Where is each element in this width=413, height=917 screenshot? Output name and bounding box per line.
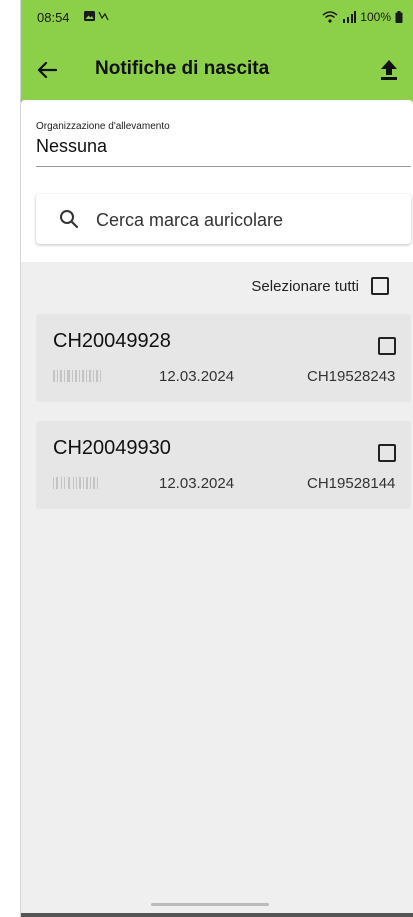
app-bar: Notifiche di nascita — [21, 50, 413, 90]
battery-percent: 100% — [360, 10, 391, 24]
filter-panel: Organizzazione d'allevamento Nessuna — [21, 100, 413, 262]
notification-card[interactable]: CH20049930 12.03.2024 CH19528144 — [36, 421, 411, 509]
signal-icon — [343, 11, 357, 23]
barcode-icon — [53, 477, 98, 489]
status-right: 100% — [322, 10, 403, 24]
upload-icon — [381, 60, 397, 80]
battery-icon — [395, 11, 403, 23]
upload-button[interactable] — [375, 56, 403, 84]
notification-checkbox[interactable] — [378, 337, 396, 355]
home-indicator[interactable] — [151, 903, 269, 906]
select-all-label: Selezionare tutti — [251, 277, 359, 295]
wifi-icon — [322, 11, 338, 23]
screen-bottom-edge — [21, 913, 413, 917]
birth-date: 12.03.2024 — [159, 475, 235, 492]
notification-icons — [83, 10, 109, 25]
search-box[interactable] — [36, 194, 411, 246]
image-icon — [84, 11, 109, 21]
search-input[interactable] — [94, 194, 401, 246]
mother-id: CH19528243 — [307, 368, 396, 385]
barcode-icon — [53, 370, 101, 382]
ear-tag-id: CH20049928 — [53, 330, 171, 352]
back-arrow-icon — [37, 61, 57, 79]
mother-id: CH19528144 — [307, 475, 396, 492]
back-button[interactable] — [33, 56, 61, 84]
status-bar: 08:54 100% — [21, 0, 413, 40]
select-all-row[interactable]: Selezionare tutti — [251, 277, 389, 295]
birth-date: 12.03.2024 — [159, 368, 235, 385]
search-icon — [60, 210, 79, 229]
page-title: Notifiche di nascita — [95, 58, 270, 79]
select-all-checkbox[interactable] — [371, 277, 389, 295]
phone-screen: 08:54 100% Notifiche di nascita Organizz… — [20, 0, 413, 917]
notification-checkbox[interactable] — [378, 444, 396, 462]
ear-tag-id: CH20049930 — [53, 437, 171, 459]
organization-select[interactable]: Nessuna — [36, 136, 107, 157]
organization-label: Organizzazione d'allevamento — [36, 121, 170, 132]
status-time: 08:54 — [37, 10, 70, 25]
notification-card[interactable]: CH20049928 12.03.2024 CH19528243 — [36, 314, 411, 402]
organization-underline — [36, 166, 411, 167]
